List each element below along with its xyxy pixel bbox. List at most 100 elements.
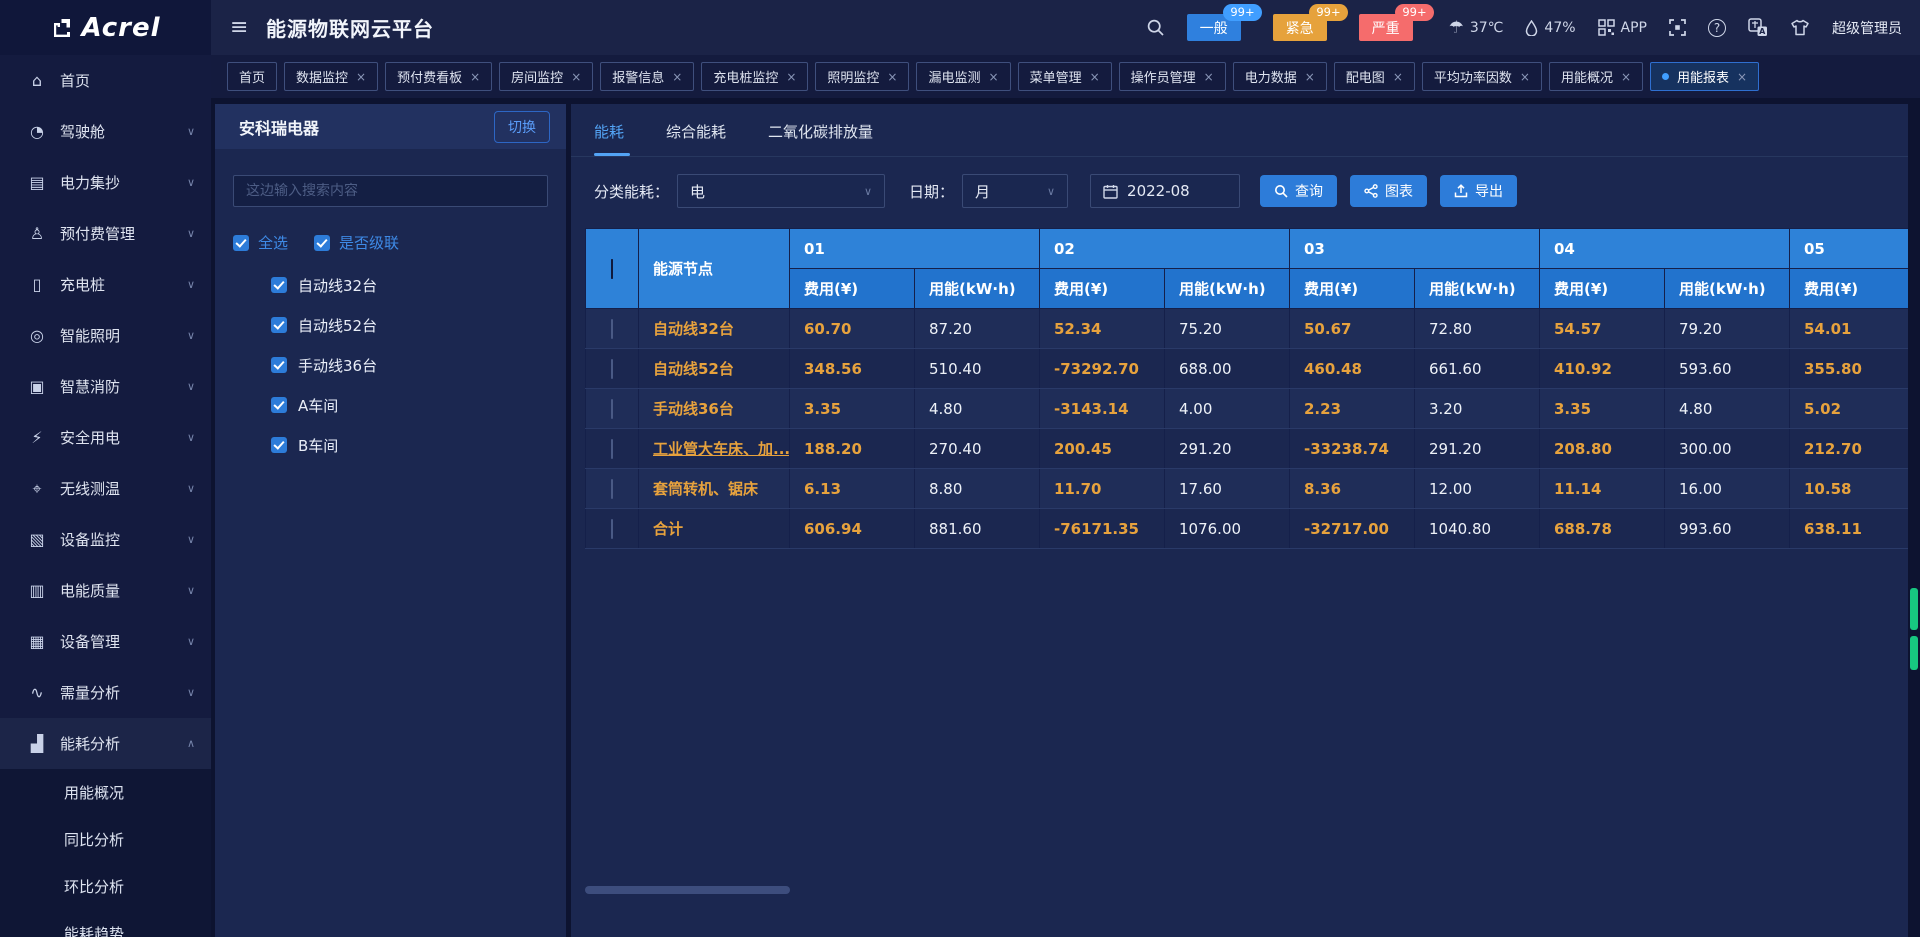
help-icon[interactable]: ? [1708, 19, 1726, 37]
horizontal-scrollbar[interactable] [585, 886, 790, 894]
close-icon[interactable]: × [1520, 70, 1530, 84]
switch-button[interactable]: 切换 [494, 111, 550, 143]
sidebar-item[interactable]: ▧设备监控∨ [0, 514, 211, 565]
vertical-scrollbar-thumb[interactable] [1910, 636, 1918, 670]
language-icon[interactable]: A [1748, 18, 1768, 37]
sidebar-item[interactable]: ▥电能质量∨ [0, 565, 211, 616]
sidebar-item[interactable]: ▦设备管理∨ [0, 616, 211, 667]
sidebar-item[interactable]: ⚡安全用电∨ [0, 412, 211, 463]
sidebar-item[interactable]: ▣智慧消防∨ [0, 361, 211, 412]
sidebar-item[interactable]: ▟能耗分析∧ [0, 718, 211, 769]
page-tab[interactable]: 电力数据× [1233, 62, 1327, 91]
page-tab[interactable]: 照明监控× [815, 62, 909, 91]
sidebar-item[interactable]: ∿需量分析∨ [0, 667, 211, 718]
checkbox-icon[interactable] [271, 317, 287, 333]
select-all-checkbox[interactable]: 全选 [233, 232, 288, 253]
node-link[interactable]: 合计 [639, 509, 790, 549]
theme-shirt-icon[interactable] [1790, 19, 1810, 36]
close-icon[interactable]: × [356, 70, 366, 84]
tree-node[interactable]: A车间 [215, 385, 566, 425]
row-checkbox[interactable] [611, 439, 613, 459]
checkbox-icon[interactable] [271, 357, 287, 373]
page-tab[interactable]: 首页 [227, 62, 277, 91]
sidebar-item[interactable]: ▯充电桩∨ [0, 259, 211, 310]
cascade-checkbox[interactable]: 是否级联 [314, 232, 399, 253]
row-checkbox[interactable] [611, 359, 613, 379]
sidebar-item[interactable]: ◔驾驶舱∨ [0, 106, 211, 157]
page-tab[interactable]: 报警信息× [600, 62, 694, 91]
node-link[interactable]: 自动线52台 [639, 349, 790, 389]
vertical-scrollbar-thumb[interactable] [1910, 588, 1918, 630]
user-name[interactable]: 超级管理员 [1832, 18, 1902, 38]
report-tab[interactable]: 二氧化碳排放量 [768, 121, 873, 156]
export-button[interactable]: 导出 [1440, 175, 1517, 207]
page-tab[interactable]: 用能报表× [1650, 62, 1759, 91]
checkbox-icon[interactable] [233, 235, 249, 251]
close-icon[interactable]: × [1305, 70, 1315, 84]
tree-node[interactable]: B车间 [215, 425, 566, 465]
category-select[interactable]: 电 ∨ [677, 174, 885, 208]
sidebar-subitem[interactable]: 环比分析 [0, 863, 211, 910]
sidebar-item[interactable]: ◎智能照明∨ [0, 310, 211, 361]
close-icon[interactable]: × [1090, 70, 1100, 84]
row-checkbox[interactable] [611, 399, 613, 419]
header-checkbox[interactable] [611, 259, 613, 279]
report-tab[interactable]: 能耗 [594, 121, 624, 156]
alarm-button-严重[interactable]: 严重99+ [1359, 14, 1413, 41]
close-icon[interactable]: × [989, 70, 999, 84]
date-picker[interactable]: 2022-08 [1090, 174, 1240, 208]
sidebar-subitem[interactable]: 用能概况 [0, 769, 211, 816]
node-link[interactable]: 自动线32台 [639, 309, 790, 349]
sidebar-item[interactable]: ⌖无线测温∨ [0, 463, 211, 514]
sidebar-item[interactable]: ♙预付费管理∨ [0, 208, 211, 259]
tree-node[interactable]: 自动线52台 [215, 305, 566, 345]
alarm-button-一般[interactable]: 一般99+ [1187, 14, 1241, 41]
chart-button[interactable]: 图表 [1350, 175, 1427, 207]
app-qr-entry[interactable]: APP [1598, 19, 1647, 36]
page-tab[interactable]: 房间监控× [499, 62, 593, 91]
row-checkbox[interactable] [611, 519, 613, 539]
checkbox-icon[interactable] [271, 277, 287, 293]
collapse-menu-icon[interactable]: ≡ [230, 0, 248, 55]
close-icon[interactable]: × [1204, 70, 1214, 84]
acrel-logo[interactable]: Acrel [0, 0, 211, 55]
page-tab[interactable]: 数据监控× [284, 62, 378, 91]
period-select[interactable]: 月 ∨ [962, 174, 1068, 208]
page-tab[interactable]: 充电桩监控× [701, 62, 808, 91]
search-icon[interactable] [1146, 18, 1165, 37]
page-tab[interactable]: 操作员管理× [1119, 62, 1226, 91]
close-icon[interactable]: × [887, 70, 897, 84]
row-checkbox[interactable] [611, 479, 613, 499]
checkbox-icon[interactable] [271, 397, 287, 413]
sidebar-item[interactable]: ⌂首页 [0, 55, 211, 106]
fullscreen-icon[interactable] [1669, 19, 1686, 36]
close-icon[interactable]: × [1621, 70, 1631, 84]
query-button[interactable]: 查询 [1260, 175, 1337, 207]
close-icon[interactable]: × [571, 70, 581, 84]
alarm-button-紧急[interactable]: 紧急99+ [1273, 14, 1327, 41]
vertical-scrollbar-track[interactable] [1908, 104, 1920, 937]
sidebar-item[interactable]: ▤电力集抄∨ [0, 157, 211, 208]
page-tab[interactable]: 菜单管理× [1018, 62, 1112, 91]
page-tab[interactable]: 用能概况× [1549, 62, 1643, 91]
node-link[interactable]: 工业管大车床、加... [639, 429, 790, 469]
page-tab[interactable]: 预付费看板× [385, 62, 492, 91]
sidebar-subitem[interactable]: 能耗趋势 [0, 910, 211, 937]
node-link[interactable]: 手动线36台 [639, 389, 790, 429]
sidebar-subitem[interactable]: 同比分析 [0, 816, 211, 863]
close-icon[interactable]: × [1393, 70, 1403, 84]
close-icon[interactable]: × [1737, 70, 1747, 84]
page-tab[interactable]: 平均功率因数× [1422, 62, 1542, 91]
checkbox-icon[interactable] [314, 235, 330, 251]
tree-node[interactable]: 自动线32台 [215, 265, 566, 305]
close-icon[interactable]: × [672, 70, 682, 84]
close-icon[interactable]: × [786, 70, 796, 84]
tree-search-input[interactable] [233, 175, 548, 207]
row-checkbox[interactable] [611, 319, 613, 339]
close-icon[interactable]: × [470, 70, 480, 84]
report-tab[interactable]: 综合能耗 [666, 121, 726, 156]
node-link[interactable]: 套筒转机、锯床 [639, 469, 790, 509]
tree-node[interactable]: 手动线36台 [215, 345, 566, 385]
page-tab[interactable]: 漏电监测× [916, 62, 1010, 91]
checkbox-icon[interactable] [271, 437, 287, 453]
